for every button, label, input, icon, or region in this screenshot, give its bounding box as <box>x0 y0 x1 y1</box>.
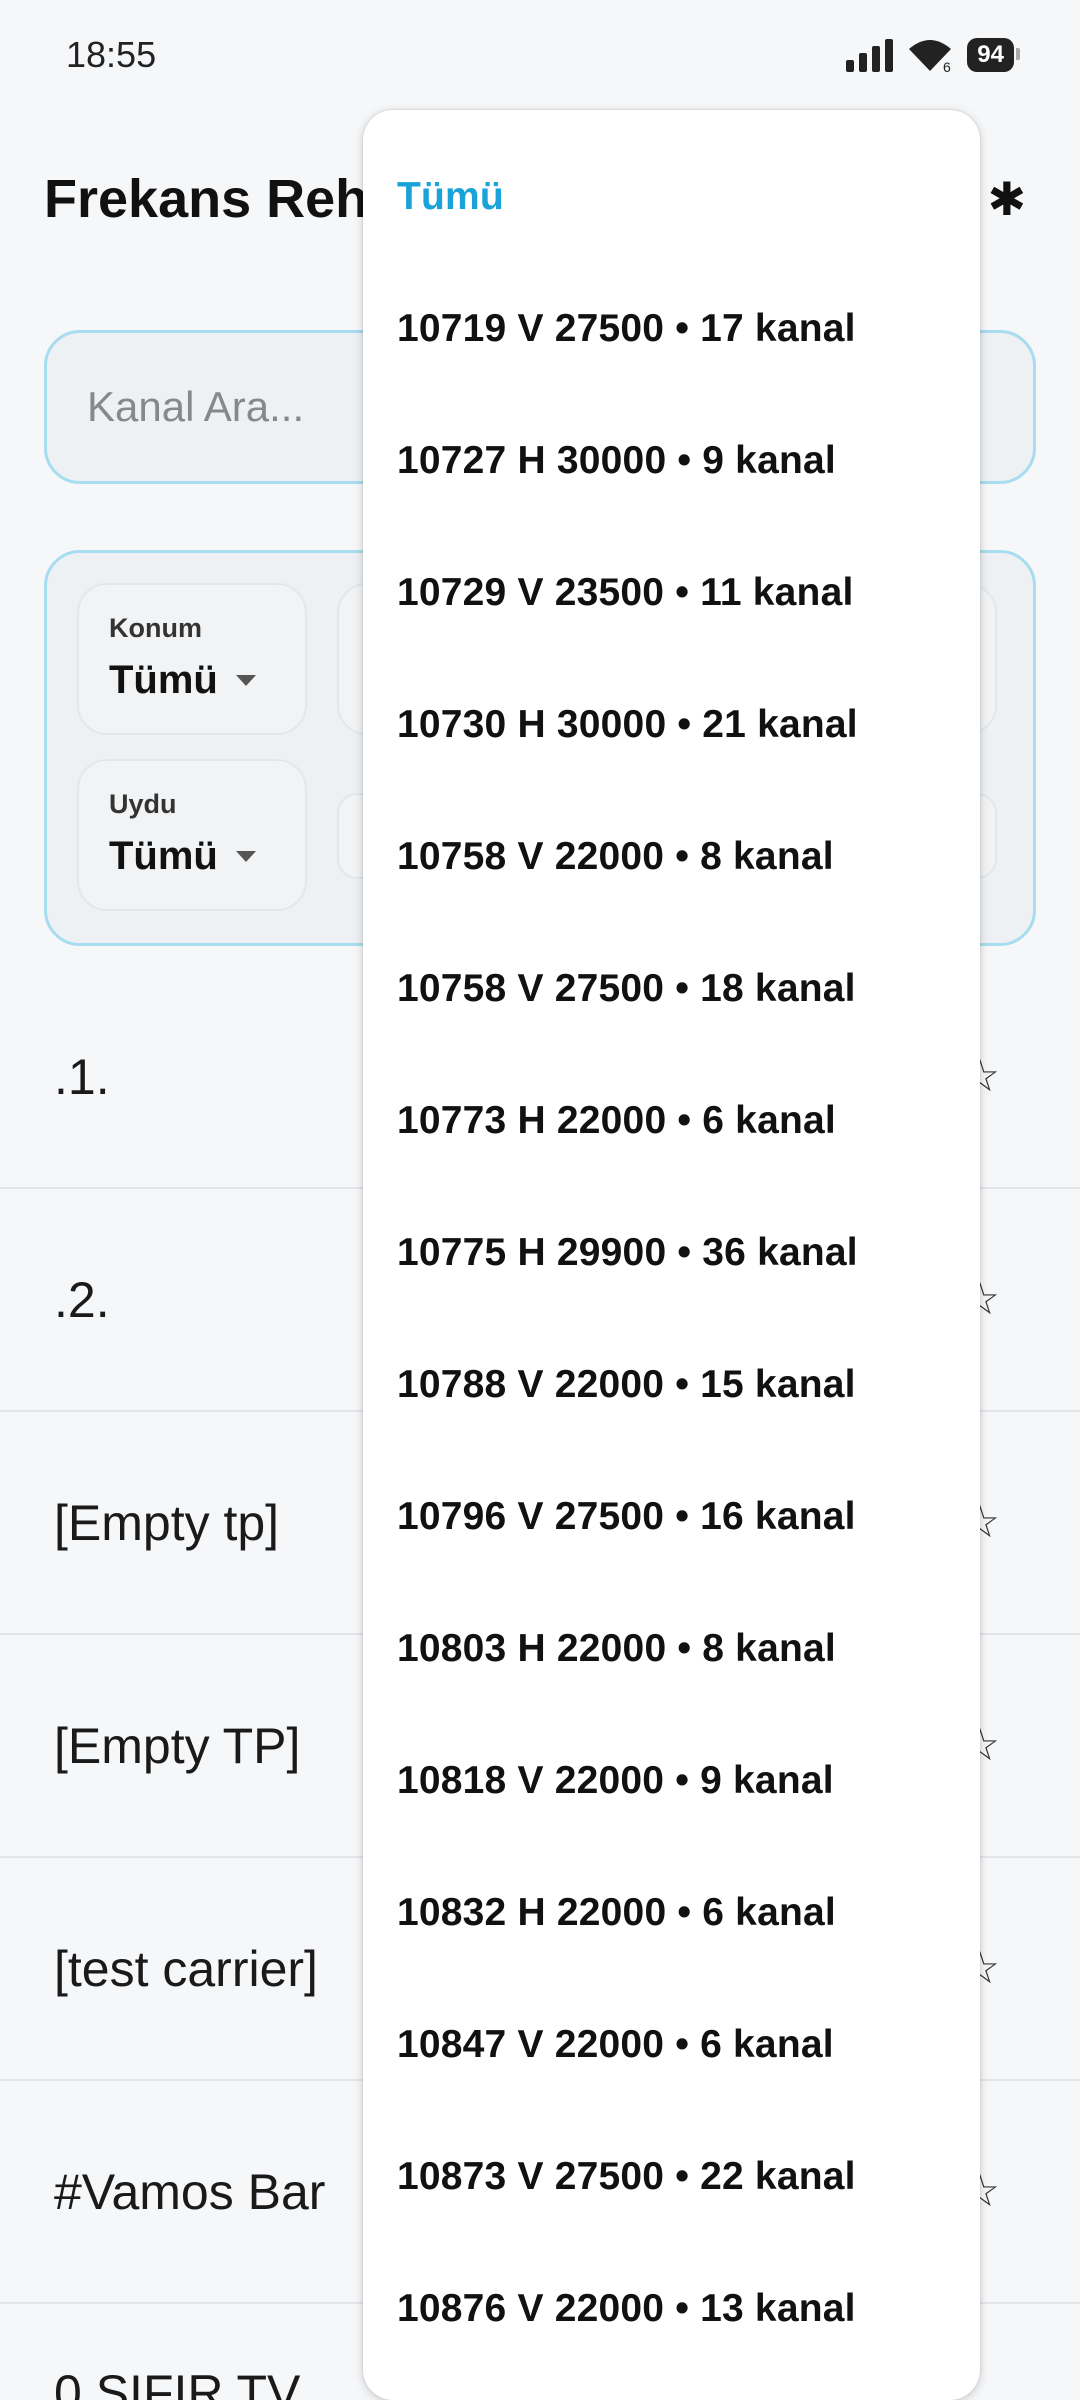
status-time: 18:55 <box>66 34 157 75</box>
dropdown-item[interactable]: 10758 V 27500 • 18 kanal <box>397 967 856 1011</box>
dropdown-item[interactable]: 10818 V 22000 • 9 kanal <box>397 1759 834 1803</box>
dropdown-item[interactable]: 10796 V 27500 • 16 kanal <box>397 1495 856 1539</box>
channel-name: #Vamos Bar <box>54 2163 326 2220</box>
transponder-dropdown-menu: Tümü 10719 V 27500 • 17 kanal 10727 H 30… <box>363 110 980 2400</box>
uydu-selected: Tümü <box>109 834 218 878</box>
konum-selected: Tümü <box>109 658 218 702</box>
uydu-filter[interactable]: Uydu Tümü <box>77 759 307 911</box>
channel-name: [Empty tp] <box>54 1494 280 1551</box>
caret-down-icon <box>235 675 256 686</box>
dropdown-item[interactable]: 10876 V 22000 • 13 kanal <box>397 2287 856 2331</box>
dropdown-item[interactable]: 10803 H 22000 • 8 kanal <box>397 1627 836 1671</box>
channel-name: [test carrier] <box>54 1940 318 1997</box>
settings-icon[interactable]: ✱ <box>987 172 1026 226</box>
dropdown-item[interactable]: 10775 H 29900 • 36 kanal <box>397 1231 858 1275</box>
konum-label: Konum <box>109 613 202 643</box>
dropdown-item[interactable]: 10758 V 22000 • 8 kanal <box>397 835 834 879</box>
konum-value[interactable]: Tümü <box>109 658 305 703</box>
battery-indicator: 94 <box>967 38 1020 72</box>
dropdown-item[interactable]: 10832 H 22000 • 6 kanal <box>397 1891 836 1935</box>
uydu-label: Uydu <box>109 789 177 819</box>
dropdown-item[interactable]: 10847 V 22000 • 6 kanal <box>397 2023 834 2067</box>
channel-name: .2. <box>54 1271 110 1328</box>
konum-filter[interactable]: Konum Tümü <box>77 583 307 735</box>
cellular-signal-icon <box>846 38 894 72</box>
channel-name: 0 SIFIR TV <box>54 2365 301 2400</box>
dropdown-item[interactable]: 10773 H 22000 • 6 kanal <box>397 1099 836 1143</box>
dropdown-item[interactable]: 10729 V 23500 • 11 kanal <box>397 571 854 615</box>
channel-name: [Empty TP] <box>54 1717 301 1774</box>
channel-name: .1. <box>54 1048 110 1105</box>
dropdown-item[interactable]: 10727 H 30000 • 9 kanal <box>397 439 836 483</box>
caret-down-icon <box>235 851 256 862</box>
wifi-icon: 6 <box>909 40 952 73</box>
wifi-badge: 6 <box>943 59 951 73</box>
dropdown-item[interactable]: 10873 V 27500 • 22 kanal <box>397 2155 856 2199</box>
uydu-value[interactable]: Tümü <box>109 834 305 879</box>
dropdown-item[interactable]: 10788 V 22000 • 15 kanal <box>397 1363 856 1407</box>
status-icons: 6 94 <box>846 37 1020 73</box>
status-bar: 18:55 6 94 <box>0 0 1080 110</box>
dropdown-item[interactable]: 10730 H 30000 • 21 kanal <box>397 703 858 747</box>
dropdown-item[interactable]: 10719 V 27500 • 17 kanal <box>397 307 856 351</box>
dropdown-item-all[interactable]: Tümü <box>397 175 504 219</box>
